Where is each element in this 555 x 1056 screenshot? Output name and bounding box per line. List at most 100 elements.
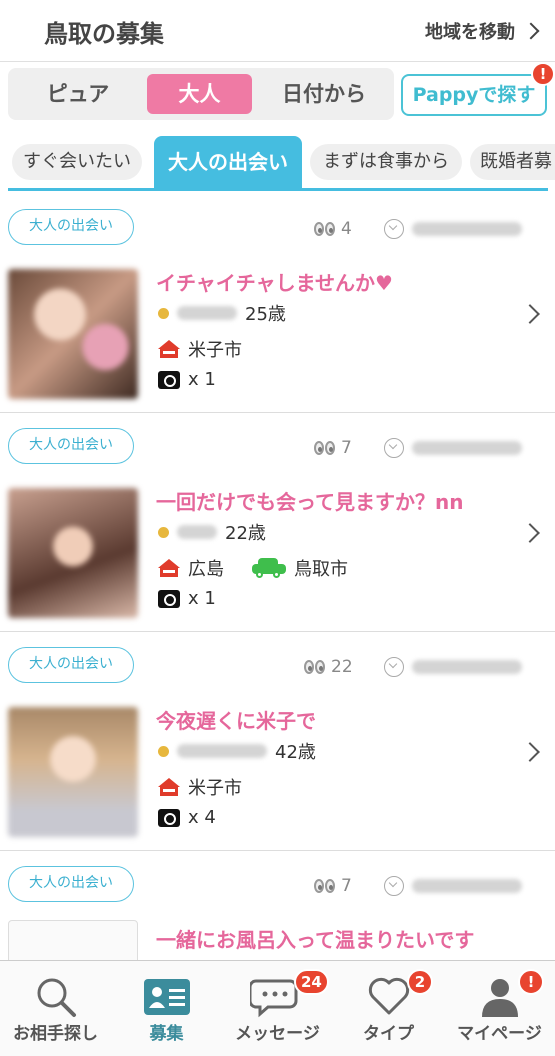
location-row: 米子市 (158, 336, 242, 362)
post-tag: 大人の出会い (8, 209, 134, 245)
blurred-username (177, 306, 237, 320)
post-card[interactable]: 大人の出会い 4 イチャイチャしませんか♥ 25歳 米子市 x 1 (0, 195, 555, 413)
change-region-label: 地域を移動 (425, 22, 515, 43)
post-date (384, 657, 522, 677)
change-region-button[interactable]: 地域を移動 (425, 18, 540, 44)
user-info-row: 22歳 (158, 519, 266, 545)
eyes-icon (314, 879, 335, 893)
chevron-right-icon (520, 304, 540, 324)
post-card[interactable]: 大人の出会い 22 今夜遅くに米子で 42歳 米子市 x 4 (0, 633, 555, 851)
status-dot-icon (158, 307, 169, 319)
eyes-icon (314, 441, 335, 455)
segment-adult[interactable]: 大人 (147, 74, 252, 114)
view-count: 22 (304, 657, 353, 677)
photo-count: x 1 (188, 369, 216, 390)
header: 鳥取の募集 地域を移動 (0, 0, 555, 62)
clock-chevron-icon (384, 876, 404, 896)
blurred-date (412, 660, 522, 674)
nav-label: タイプ (363, 1024, 414, 1044)
post-date (384, 438, 522, 458)
person-icon (481, 979, 518, 1017)
blurred-username (177, 744, 267, 758)
tab-meal-first[interactable]: まずは食事から (310, 144, 462, 180)
pappy-alert-badge: ! (531, 62, 555, 86)
heart-icon (368, 977, 409, 1015)
nav-label: マイページ (457, 1024, 542, 1044)
tab-adult-encounter[interactable]: 大人の出会い (154, 136, 302, 188)
post-tag: 大人の出会い (8, 428, 134, 464)
nav-label: メッセージ (235, 1024, 320, 1044)
camera-icon (158, 370, 180, 389)
messages-count-badge: 24 (294, 969, 329, 995)
post-date (384, 219, 522, 239)
location-row: 米子市 (158, 774, 242, 800)
category-tabs: すぐ会いたい 大人の出会い まずは食事から 既婚者募 (0, 136, 555, 192)
blurred-date (412, 879, 522, 893)
post-tag: 大人の出会い (8, 866, 134, 902)
view-count-value: 4 (341, 219, 352, 239)
post-tag: 大人の出会い (8, 647, 134, 683)
clock-chevron-icon (384, 219, 404, 239)
nav-type[interactable]: 2 タイプ (333, 961, 444, 1056)
view-count: 7 (314, 438, 352, 458)
status-dot-icon (158, 745, 169, 757)
user-age: 25歳 (245, 304, 286, 325)
user-info-row: 42歳 (158, 738, 316, 764)
post-title: 今夜遅くに米子で (156, 709, 316, 733)
tab-want-to-meet-now[interactable]: すぐ会いたい (12, 144, 142, 180)
search-icon (37, 978, 76, 1017)
segment-by-date[interactable]: 日付から (264, 74, 384, 114)
nav-messages[interactable]: 24 メッセージ (222, 961, 333, 1056)
type-count-badge: 2 (407, 969, 433, 995)
mode-segmented-control: ピュア 大人 日付から (8, 68, 394, 120)
mypage-alert-badge: ! (518, 969, 544, 995)
nav-label: 募集 (149, 1024, 184, 1044)
view-count-value: 22 (331, 657, 353, 677)
view-count: 4 (314, 219, 352, 239)
home-icon (158, 778, 180, 796)
location-row: 広島 鳥取市 (158, 555, 348, 581)
blurred-date (412, 441, 522, 455)
nav-mypage[interactable]: ! マイページ (444, 961, 555, 1056)
post-title: 一回だけでも会って見ますか？nn (156, 490, 464, 514)
nav-recruitment[interactable]: 募集 (111, 961, 222, 1056)
user-location: 米子市 (188, 778, 242, 799)
view-count-value: 7 (341, 876, 352, 896)
clock-chevron-icon (384, 438, 404, 458)
post-date (384, 876, 522, 896)
profile-photo (8, 488, 138, 618)
photo-count-row: x 4 (158, 807, 216, 828)
home-icon (158, 340, 180, 358)
segment-pure[interactable]: ピュア (18, 74, 138, 114)
photo-count-row: x 1 (158, 588, 216, 609)
post-title: イチャイチャしませんか♥ (156, 271, 393, 295)
photo-count: x 4 (188, 807, 216, 828)
photo-count-row: x 1 (158, 369, 216, 390)
user-location: 米子市 (188, 340, 242, 361)
pappy-search-label: Pappyで探す (412, 84, 536, 106)
home-icon (158, 559, 180, 577)
photo-count: x 1 (188, 588, 216, 609)
user-location: 広島 (188, 559, 224, 580)
nav-partner-search[interactable]: お相手探し (0, 961, 111, 1056)
camera-icon (158, 589, 180, 608)
tab-married[interactable]: 既婚者募 (470, 144, 555, 180)
user-age: 42歳 (275, 742, 316, 763)
post-title: 一緒にお風呂入って温まりたいです (156, 928, 475, 952)
eyes-icon (314, 222, 335, 236)
chevron-right-icon (522, 22, 540, 40)
car-icon (252, 558, 286, 578)
page-title: 鳥取の募集 (44, 20, 164, 48)
pappy-search-button[interactable]: Pappyで探す ! (401, 62, 555, 116)
nav-label: お相手探し (13, 1024, 98, 1044)
view-count-value: 7 (341, 438, 352, 458)
profile-photo (8, 707, 138, 837)
camera-icon (158, 808, 180, 827)
tabs-underline (8, 188, 548, 191)
user-age: 22歳 (225, 523, 266, 544)
profile-photo (8, 269, 138, 399)
post-card[interactable]: 大人の出会い 7 一回だけでも会って見ますか？nn 22歳 広島 鳥取市 x 1 (0, 414, 555, 632)
eyes-icon (304, 660, 325, 674)
status-dot-icon (158, 526, 169, 538)
blurred-date (412, 222, 522, 236)
